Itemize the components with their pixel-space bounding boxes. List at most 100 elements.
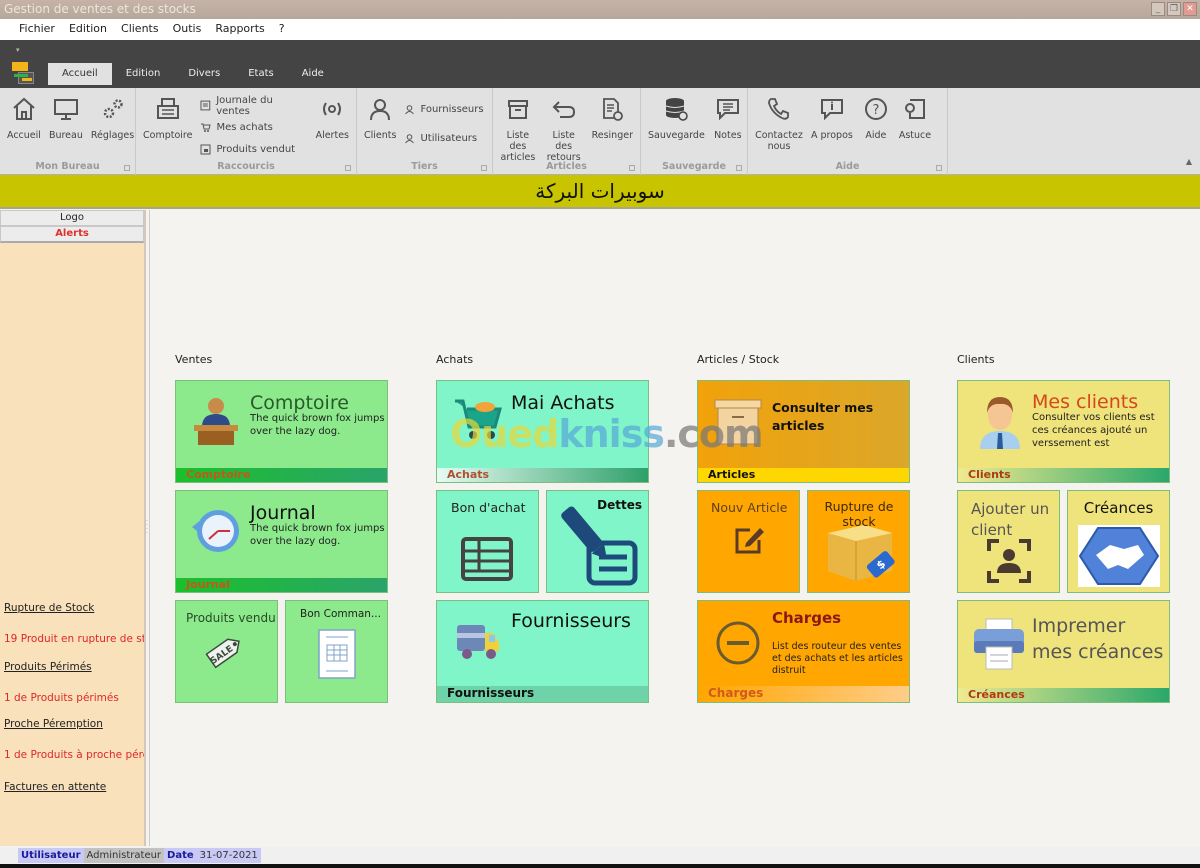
tile-comptoire[interactable]: Comptoire The quick brown fox jumps over… — [175, 380, 388, 483]
archive-box-icon — [714, 399, 762, 445]
cart-icon — [201, 123, 212, 132]
edit-icon — [735, 528, 764, 554]
group-expand-button[interactable] — [629, 165, 635, 171]
tile-title: Consulter mes articles — [772, 400, 874, 433]
menu-outils[interactable]: Outis — [166, 19, 209, 40]
pen-document-icon — [561, 506, 638, 586]
tile-footer: Clients — [958, 468, 1169, 482]
tile-footer: Charges — [698, 686, 909, 702]
chat-note-icon — [713, 94, 743, 124]
tile-title: Mai Achats — [511, 392, 615, 414]
status-date-value: 31-07-2021 — [196, 848, 261, 863]
tile-footer: Fournisseurs — [437, 686, 648, 702]
tile-dettes[interactable]: Dettes — [546, 490, 649, 593]
menu-rapports[interactable]: Rapports — [208, 19, 271, 40]
ribbon-utilisateurs-button[interactable]: Utilisateurs — [404, 129, 483, 148]
tile-ajouter-client[interactable]: Ajouter un client — [957, 490, 1060, 593]
tile-footer: Créances — [958, 688, 1169, 702]
alert-link-factures-attente[interactable]: Factures en attente — [4, 781, 144, 797]
tile-title: Journal — [250, 502, 316, 524]
alert-link-proche-peremption[interactable]: Proche Péremption — [4, 718, 144, 734]
group-label: Mon Bureau — [35, 161, 100, 172]
sidebar-tab-logo[interactable]: Logo — [0, 210, 144, 226]
tile-fournisseurs[interactable]: Fournisseurs Fournisseurs — [436, 600, 649, 703]
bottom-border — [0, 864, 1200, 868]
menu-edition[interactable]: Edition — [62, 19, 114, 40]
tile-nouv-article[interactable]: Nouv Article — [697, 490, 800, 593]
delivery-truck-icon — [457, 625, 499, 659]
tile-footer: Articles — [698, 468, 909, 482]
ribbon-group-aide: Contactez nous A propos ? Aide Astuce Ai… — [748, 88, 948, 175]
tile-title: Impremer mes créances — [1032, 615, 1164, 663]
tile-title: Bon d'achat — [451, 500, 526, 515]
tile-imprimer-creances[interactable]: Impremer mes créances Créances — [957, 600, 1170, 703]
tile-title: Mes clients — [1032, 391, 1139, 413]
restore-button[interactable]: ❐ — [1167, 2, 1181, 16]
app-menu-icon[interactable] — [10, 60, 36, 84]
tile-bon-achat[interactable]: Bon d'achat — [436, 490, 539, 593]
close-button[interactable]: ✕ — [1183, 2, 1197, 16]
phone-icon — [764, 94, 794, 124]
invoice-icon — [318, 629, 356, 679]
alert-link-produits-perimes[interactable]: Produits Périmés — [4, 661, 144, 677]
ribbon-fournisseurs-button[interactable]: Fournisseurs — [404, 100, 484, 119]
ribbon-journale-ventes-button[interactable]: Journale du ventes — [200, 95, 307, 117]
group-expand-button[interactable] — [124, 165, 130, 171]
tab-edition[interactable]: Edition — [112, 63, 175, 85]
tile-charges[interactable]: Charges List des routeur des ventes et d… — [697, 600, 910, 703]
window-title: Gestion de ventes et des stocks — [4, 2, 196, 16]
sidebar-tab-alerts[interactable]: Alerts — [0, 226, 144, 243]
gears-icon — [98, 94, 128, 124]
group-expand-button[interactable] — [736, 165, 742, 171]
tile-consulter-articles[interactable]: Consulter mes articles Articles — [697, 380, 910, 483]
tile-produits-vendu[interactable]: Produits vendu SALE — [175, 600, 278, 703]
alert-count-proche-peremption: 1 de Produits à proche péremption — [4, 749, 144, 761]
tile-description: List des routeur des ventes et des achat… — [772, 641, 903, 676]
person-small-icon — [405, 134, 415, 144]
tab-etats[interactable]: Etats — [234, 63, 288, 85]
group-expand-button[interactable] — [345, 165, 351, 171]
tile-bon-commande[interactable]: Bon Comman... — [285, 600, 388, 703]
ribbon-group-tiers: Clients Fournisseurs Utilisateurs Tiers — [357, 88, 493, 175]
sale-tag-icon: SALE — [205, 638, 240, 669]
menu-clients[interactable]: Clients — [114, 19, 166, 40]
menu-bar: Fichier Edition Clients Outis Rapports ? — [0, 19, 1200, 40]
alert-link-rupture-stock[interactable]: Rupture de Stock — [4, 602, 144, 618]
calendar-icon — [200, 144, 211, 155]
broadcast-icon — [317, 94, 347, 124]
ribbon-group-sauvegarde: Sauvegarde Notes Sauvegarde — [641, 88, 748, 175]
minimize-button[interactable]: _ — [1151, 2, 1165, 16]
tile-creances[interactable]: Créances — [1067, 490, 1170, 593]
tile-title: Bon Comman... — [300, 608, 381, 620]
status-date-label: Date — [164, 848, 197, 863]
tile-journal[interactable]: Journal The quick brown fox jumps over t… — [175, 490, 388, 593]
table-icon — [461, 537, 513, 581]
menu-fichier[interactable]: Fichier — [12, 19, 62, 40]
tab-accueil[interactable]: Accueil — [48, 63, 112, 85]
tile-title: Créances — [1083, 499, 1154, 517]
group-expand-button[interactable] — [936, 165, 942, 171]
alert-count-perimes: 1 de Produits périmés — [4, 692, 119, 704]
tab-aide[interactable]: Aide — [288, 63, 338, 85]
menu-help[interactable]: ? — [272, 19, 292, 40]
sidebar: Logo Alerts Rupture de Stock 19 Produit … — [0, 210, 146, 846]
tile-rupture-stock[interactable]: $ Rupture de stock — [807, 490, 910, 593]
tile-title: Comptoire — [250, 392, 349, 414]
quick-access-toggle[interactable]: ▾ — [16, 46, 20, 54]
group-label: Raccourcis — [217, 161, 275, 172]
tile-mai-achats[interactable]: Mai Achats Achats — [436, 380, 649, 483]
tab-divers[interactable]: Divers — [174, 63, 234, 85]
box-icon — [503, 94, 533, 124]
store-banner: سوبيرات البركة — [0, 175, 1200, 209]
tile-description: The quick brown fox jumps over the lazy … — [250, 523, 385, 547]
minus-circle-icon — [716, 621, 760, 665]
group-label: Articles — [546, 161, 587, 172]
ribbon-mes-achats-button[interactable]: Mes achats — [200, 118, 307, 137]
tile-footer: Comptoire — [176, 468, 387, 482]
tile-mes-clients[interactable]: Mes clients Consulter vos clients est ce… — [957, 380, 1170, 483]
ribbon-produits-vendut-button[interactable]: Produits vendut — [200, 140, 307, 159]
ribbon-collapse-button[interactable]: ▲ — [1186, 157, 1192, 166]
client-avatar-icon — [980, 397, 1020, 449]
group-expand-button[interactable] — [481, 165, 487, 171]
tile-footer: Journal — [176, 578, 387, 592]
